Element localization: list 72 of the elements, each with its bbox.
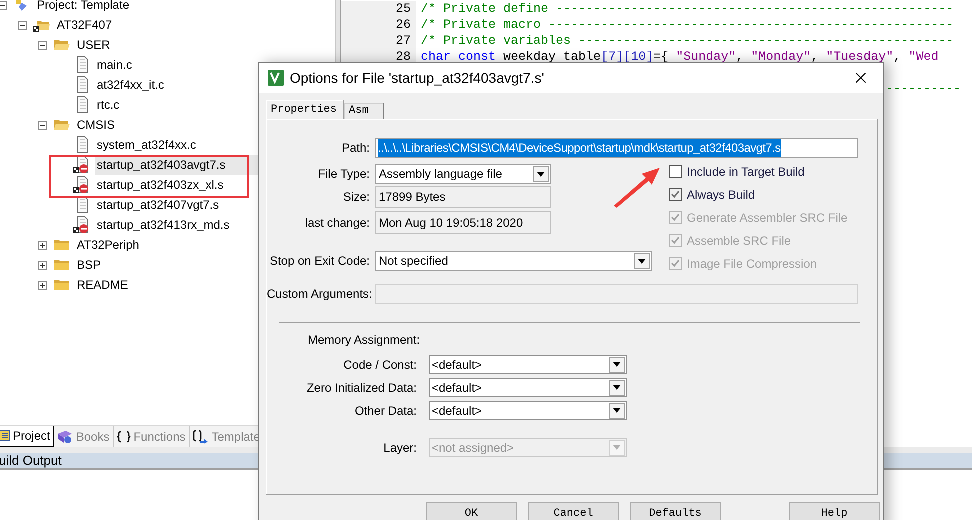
tree-item[interactable]: rtc.c: [95, 95, 200, 115]
open-folder-icon: [53, 38, 71, 52]
select-field[interactable]: <default>: [429, 378, 627, 397]
checkbox-label: Generate Assembler SRC File: [687, 210, 848, 226]
readonly-field: 17899 Bytes: [375, 186, 551, 208]
collapse-icon[interactable]: [18, 20, 27, 30]
field-label: Path:: [340, 140, 370, 157]
checkbox-label: Include in Target Build: [687, 164, 805, 180]
checkbox[interactable]: [669, 188, 682, 201]
book-icon: [57, 430, 74, 444]
collapse-icon[interactable]: [38, 120, 47, 130]
field-label: last change:: [304, 214, 370, 232]
field-label: Stop on Exit Code:: [268, 253, 370, 270]
tree-item[interactable]: CMSIS: [75, 115, 196, 135]
field-label: Code / Const:: [342, 356, 417, 374]
tree-item[interactable]: USER: [75, 35, 190, 55]
braces-arrow-icon: [192, 430, 209, 444]
readonly-field: Mon Aug 10 19:05:18 2020: [375, 211, 551, 234]
dialog-tab[interactable]: Properties: [266, 100, 344, 119]
checkbox-label: Always Build: [687, 186, 756, 204]
dialog-title: Options for File 'startup_at32f403avgt7.s': [290, 68, 544, 88]
grid-icon: [0, 430, 10, 442]
app-icon: [268, 70, 284, 86]
checkbox-label: Assemble SRC File: [687, 232, 792, 250]
tree-item[interactable]: BSP: [75, 255, 182, 275]
dialog-tab[interactable]: Asm: [344, 103, 384, 119]
dialog-button[interactable]: Cancel: [528, 502, 619, 520]
collapse-icon[interactable]: [0, 0, 7, 10]
field-value: ..\..\..\Libraries\CMSIS\CM4\DeviceSupport\startup\mdk\startup_at32f403avgt7.s: [378, 139, 781, 157]
dialog-button[interactable]: Help: [789, 502, 880, 520]
code-line: ----------: [886, 81, 962, 97]
line-number: 27: [341, 33, 416, 49]
select-field[interactable]: Not specified: [375, 251, 652, 271]
braces-icon: [116, 430, 131, 442]
panel-title: uild Output: [0, 452, 62, 470]
line-number: 26: [341, 17, 416, 33]
checkbox[interactable]: [669, 165, 682, 178]
tree-item[interactable]: README: [75, 275, 208, 295]
tree-item[interactable]: at32f4xx_it.c: [95, 75, 244, 95]
tree-item[interactable]: Project: Template: [35, 0, 210, 15]
select-field[interactable]: <default>: [429, 401, 627, 420]
project-icon: [14, 0, 30, 13]
folder-icon: [53, 258, 71, 272]
select-field[interactable]: Assembly language file: [375, 164, 551, 184]
open-folder-icon: [53, 118, 71, 132]
code-line: /* Private variables --------------------------------------------------: [420, 33, 954, 49]
tree-item[interactable]: AT32Periph: [75, 235, 220, 255]
folder-icon: [53, 278, 71, 292]
field-label: Custom Arguments:: [267, 286, 370, 303]
expand-icon[interactable]: [38, 240, 47, 250]
line-number: 25: [341, 1, 416, 17]
dialog-button[interactable]: Defaults: [630, 502, 721, 520]
tree-item[interactable]: AT32F407: [55, 15, 192, 35]
collapse-icon[interactable]: [38, 40, 47, 50]
field-label: Zero Initialized Data:: [306, 380, 417, 396]
path-field[interactable]: ..\..\..\Libraries\CMSIS\CM4\DeviceSupport\startup\mdk\startup_at32f403avgt7.s: [375, 138, 858, 158]
annotation-arrow: [612, 166, 662, 208]
field-label: Size:: [342, 189, 370, 206]
field-label: File Type:: [317, 166, 370, 183]
code-line: /* Private define -----------------------------------------------------: [420, 1, 954, 17]
field-label: Other Data:: [354, 402, 417, 420]
dialog-button[interactable]: OK: [426, 502, 517, 520]
panel-tab[interactable]: Project: [0, 426, 54, 447]
tree-item[interactable]: main.c: [95, 55, 212, 75]
section-title: Memory Assignment:: [308, 332, 422, 349]
folder-icon: [53, 238, 71, 252]
checkbox-label: Image File Compression: [687, 256, 818, 272]
field-label: Layer:: [382, 440, 417, 456]
expand-icon[interactable]: [38, 280, 47, 290]
select-field[interactable]: <default>: [429, 355, 627, 374]
expand-icon[interactable]: [38, 260, 47, 270]
code-line: /* Private macro ------------------------------------------------------: [420, 17, 954, 33]
